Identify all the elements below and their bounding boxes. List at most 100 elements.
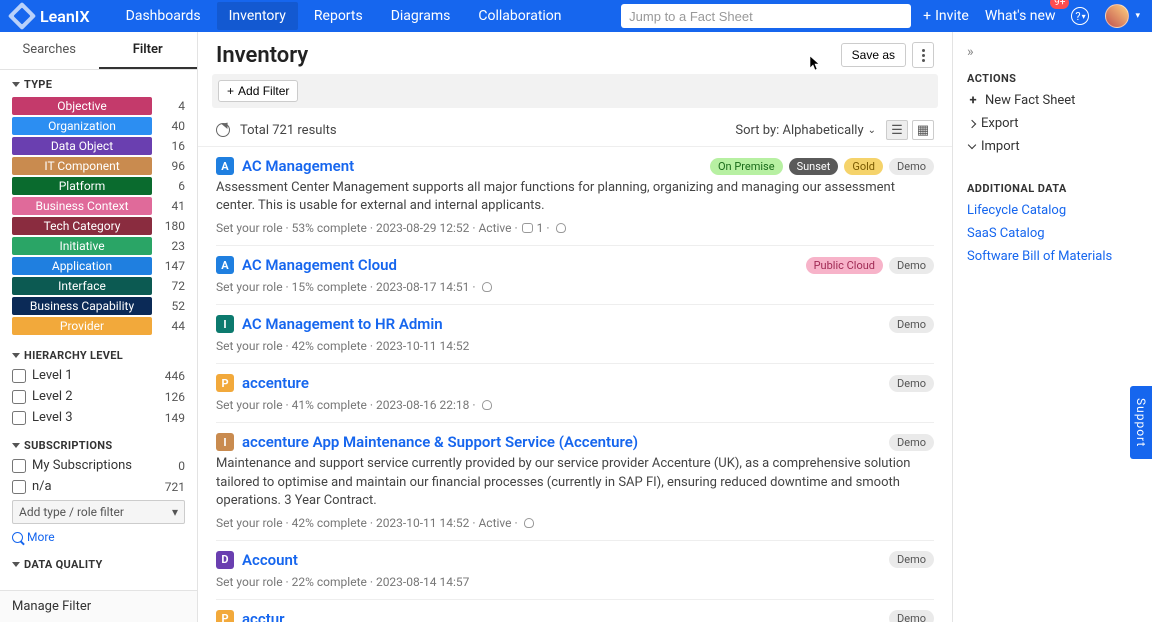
chevron-down-icon: ⌄	[868, 125, 876, 136]
filter-type-header[interactable]: TYPE	[12, 78, 185, 91]
bell-icon[interactable]	[556, 223, 566, 233]
tags: Demo	[889, 551, 934, 568]
tag[interactable]: Demo	[889, 257, 934, 274]
refresh-icon[interactable]	[216, 123, 230, 137]
whats-new-link[interactable]: What's new	[985, 8, 1056, 24]
nav-diagrams[interactable]: Diagrams	[379, 2, 463, 30]
filter-checkbox[interactable]: n/a	[12, 479, 52, 494]
checkbox-input[interactable]	[12, 459, 26, 473]
list-view-toggle[interactable]: ☰	[886, 120, 908, 140]
help-icon[interactable]: ?▾	[1071, 7, 1089, 25]
filter-count: 0	[178, 459, 185, 473]
fact-sheet-title[interactable]: accenture App Maintenance & Support Serv…	[242, 433, 638, 451]
filter-hierarchy-header[interactable]: HIERARCHY LEVEL	[12, 349, 185, 362]
fact-sheet-meta: Set your role · 53% complete · 2023-08-2…	[216, 221, 934, 235]
add-filter-button[interactable]: +Add Filter	[218, 80, 298, 102]
tag[interactable]: Sunset	[789, 158, 839, 175]
more-link[interactable]: More	[12, 530, 185, 544]
grid-view-toggle[interactable]: ▦	[912, 120, 934, 140]
sidebar-tab-searches[interactable]: Searches	[0, 32, 99, 69]
filter-checkbox[interactable]: Level 3	[12, 410, 73, 425]
type-chip[interactable]: Business Context	[12, 197, 152, 215]
tag[interactable]: Public Cloud	[806, 257, 883, 274]
page-title: Inventory	[216, 43, 308, 68]
fact-sheet-title[interactable]: AC Management Cloud	[242, 256, 397, 274]
type-chip[interactable]: Tech Category	[12, 217, 152, 235]
additional-link[interactable]: SaaS Catalog	[967, 226, 1138, 241]
filter-checkbox[interactable]: My Subscriptions	[12, 458, 132, 473]
bell-icon[interactable]	[482, 400, 492, 410]
type-chip[interactable]: Data Object	[12, 137, 152, 155]
whats-new-label: What's new	[985, 8, 1056, 24]
tag[interactable]: Demo	[889, 158, 934, 175]
fact-sheet-meta: Set your role · 42% complete · 2023-10-1…	[216, 339, 934, 353]
save-as-button[interactable]: Save as	[841, 43, 906, 67]
tag[interactable]: Demo	[889, 551, 934, 568]
logo[interactable]: LeanIX	[12, 6, 90, 26]
additional-link[interactable]: Lifecycle Catalog	[967, 203, 1138, 218]
manage-filter-button[interactable]: Manage Filter	[0, 590, 197, 622]
type-chip[interactable]: Objective	[12, 97, 152, 115]
action-label: Import	[981, 139, 1020, 154]
action-label: New Fact Sheet	[985, 93, 1075, 108]
type-chip[interactable]: IT Component	[12, 157, 152, 175]
fact-sheet-title[interactable]: AC Management to HR Admin	[242, 315, 443, 333]
fact-sheet-title[interactable]: accenture	[242, 374, 309, 392]
sort-dropdown[interactable]: Sort by: Alphabetically⌄	[735, 123, 876, 138]
global-search[interactable]	[621, 4, 911, 28]
type-chip[interactable]: Interface	[12, 277, 152, 295]
more-menu-button[interactable]	[912, 42, 934, 68]
nav-inventory[interactable]: Inventory	[217, 2, 298, 30]
fact-sheet-title[interactable]: Account	[242, 551, 298, 569]
add-filter-label: Add Filter	[238, 84, 289, 98]
chevron-down-icon	[12, 353, 20, 358]
type-chip[interactable]: Initiative	[12, 237, 152, 255]
filter-subscriptions-header[interactable]: SUBSCRIPTIONS	[12, 439, 185, 452]
action-link[interactable]: +New Fact Sheet	[967, 93, 1138, 108]
type-badge: P	[216, 610, 234, 622]
tag[interactable]: Demo	[889, 375, 934, 392]
type-badge: I	[216, 315, 234, 333]
nav-reports[interactable]: Reports	[302, 2, 375, 30]
checkbox-input[interactable]	[12, 369, 26, 383]
support-tab[interactable]: Support	[1130, 386, 1152, 459]
collapse-panel-icon[interactable]: »	[967, 44, 974, 60]
subs-header-label: SUBSCRIPTIONS	[24, 439, 112, 452]
tag[interactable]: Demo	[889, 434, 934, 451]
type-count: 52	[166, 299, 186, 313]
type-chip[interactable]: Provider	[12, 317, 152, 335]
nav-collaboration[interactable]: Collaboration	[466, 2, 573, 30]
bell-icon[interactable]	[482, 282, 492, 292]
type-role-filter-combo[interactable]: Add type / role filter ▾	[12, 500, 185, 524]
additional-link[interactable]: Software Bill of Materials	[967, 249, 1138, 264]
tag[interactable]: Gold	[844, 158, 883, 175]
fact-sheet-meta: Set your role · 41% complete · 2023-08-1…	[216, 398, 934, 412]
avatar[interactable]	[1105, 4, 1129, 28]
filter-dq-header[interactable]: DATA QUALITY	[12, 558, 185, 571]
checkbox-input[interactable]	[12, 411, 26, 425]
filter-checkbox[interactable]: Level 2	[12, 389, 73, 404]
sidebar-tab-filter[interactable]: Filter	[99, 32, 198, 69]
type-chip[interactable]: Business Capability	[12, 297, 152, 315]
invite-button[interactable]: + Invite	[923, 8, 969, 24]
checkbox-input[interactable]	[12, 480, 26, 494]
type-chip[interactable]: Application	[12, 257, 152, 275]
invite-label: Invite	[935, 8, 969, 24]
fact-sheet-title[interactable]: acctur	[242, 610, 285, 622]
tag[interactable]: Demo	[889, 610, 934, 622]
action-link[interactable]: Import	[967, 139, 1138, 154]
filter-checkbox[interactable]: Level 1	[12, 368, 73, 383]
comment-icon[interactable]	[522, 223, 533, 233]
tag[interactable]: Demo	[889, 316, 934, 333]
bell-icon[interactable]	[524, 518, 534, 528]
type-count: 72	[166, 279, 186, 293]
checkbox-input[interactable]	[12, 390, 26, 404]
tag[interactable]: On Premise	[710, 158, 783, 175]
tags: Public Cloud Demo	[806, 257, 934, 274]
fact-sheet-title[interactable]: AC Management	[242, 157, 354, 175]
nav-dashboards[interactable]: Dashboards	[114, 2, 213, 30]
action-link[interactable]: Export	[967, 116, 1138, 131]
type-chip[interactable]: Platform	[12, 177, 152, 195]
search-input[interactable]	[629, 9, 903, 24]
type-chip[interactable]: Organization	[12, 117, 152, 135]
